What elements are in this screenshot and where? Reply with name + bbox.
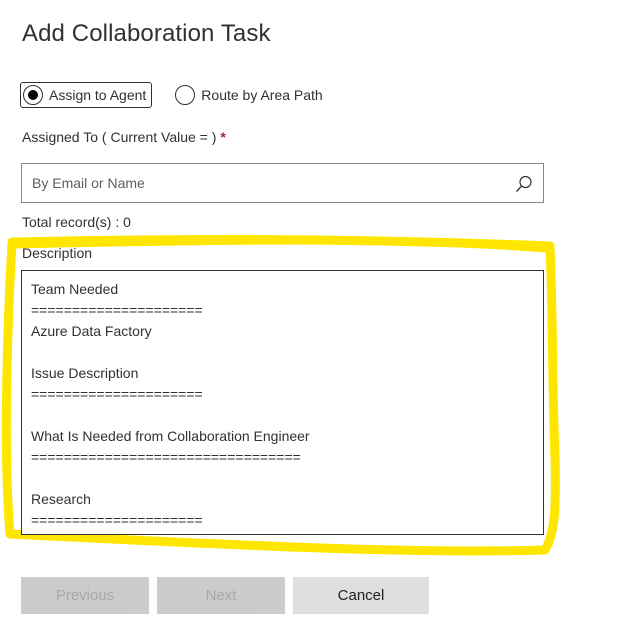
description-line: ===================== [31, 302, 203, 318]
description-line: Research [31, 491, 91, 507]
cancel-button[interactable]: Cancel [293, 577, 429, 614]
assignment-radio-group: Assign to Agent Route by Area Path [19, 82, 328, 108]
radio-assign-to-agent[interactable]: Assign to Agent [19, 82, 153, 108]
next-button[interactable]: Next [157, 577, 285, 614]
description-line: ================================= [31, 449, 301, 465]
assigned-to-label: Assigned To ( Current Value = ) * [22, 129, 226, 145]
description-line: Team Needed [31, 281, 119, 297]
dialog-button-row: Previous Next Cancel [21, 577, 437, 614]
radio-unselected-icon [175, 85, 196, 105]
radio-selected-icon [23, 85, 43, 105]
description-line: Issue Description [31, 365, 139, 381]
assigned-to-label-text: Assigned To ( Current Value = ) [22, 129, 217, 145]
radio-route-by-area-path[interactable]: Route by Area Path [175, 85, 323, 105]
assigned-to-search-box [21, 163, 544, 203]
description-line: Azure Data Factory [31, 323, 152, 339]
previous-button[interactable]: Previous [21, 577, 149, 614]
description-line [31, 342, 534, 363]
description-textarea[interactable]: Team Needed ===================== Azure … [21, 270, 544, 535]
required-marker: * [220, 129, 226, 145]
radio-route-by-area-path-label: Route by Area Path [201, 87, 323, 103]
description-line: What Is Needed from Collaboration Engine… [31, 428, 310, 444]
description-line: ===================== [31, 512, 203, 528]
dialog-title: Add Collaboration Task [22, 20, 271, 47]
assigned-to-search-input[interactable] [32, 164, 502, 202]
description-label: Description [22, 245, 93, 261]
search-icon[interactable] [515, 175, 533, 193]
total-records-text: Total record(s) : 0 [22, 214, 131, 230]
description-line: ===================== [31, 386, 203, 402]
description-line [31, 468, 534, 489]
radio-assign-to-agent-label: Assign to Agent [49, 87, 147, 103]
description-line [31, 405, 534, 426]
